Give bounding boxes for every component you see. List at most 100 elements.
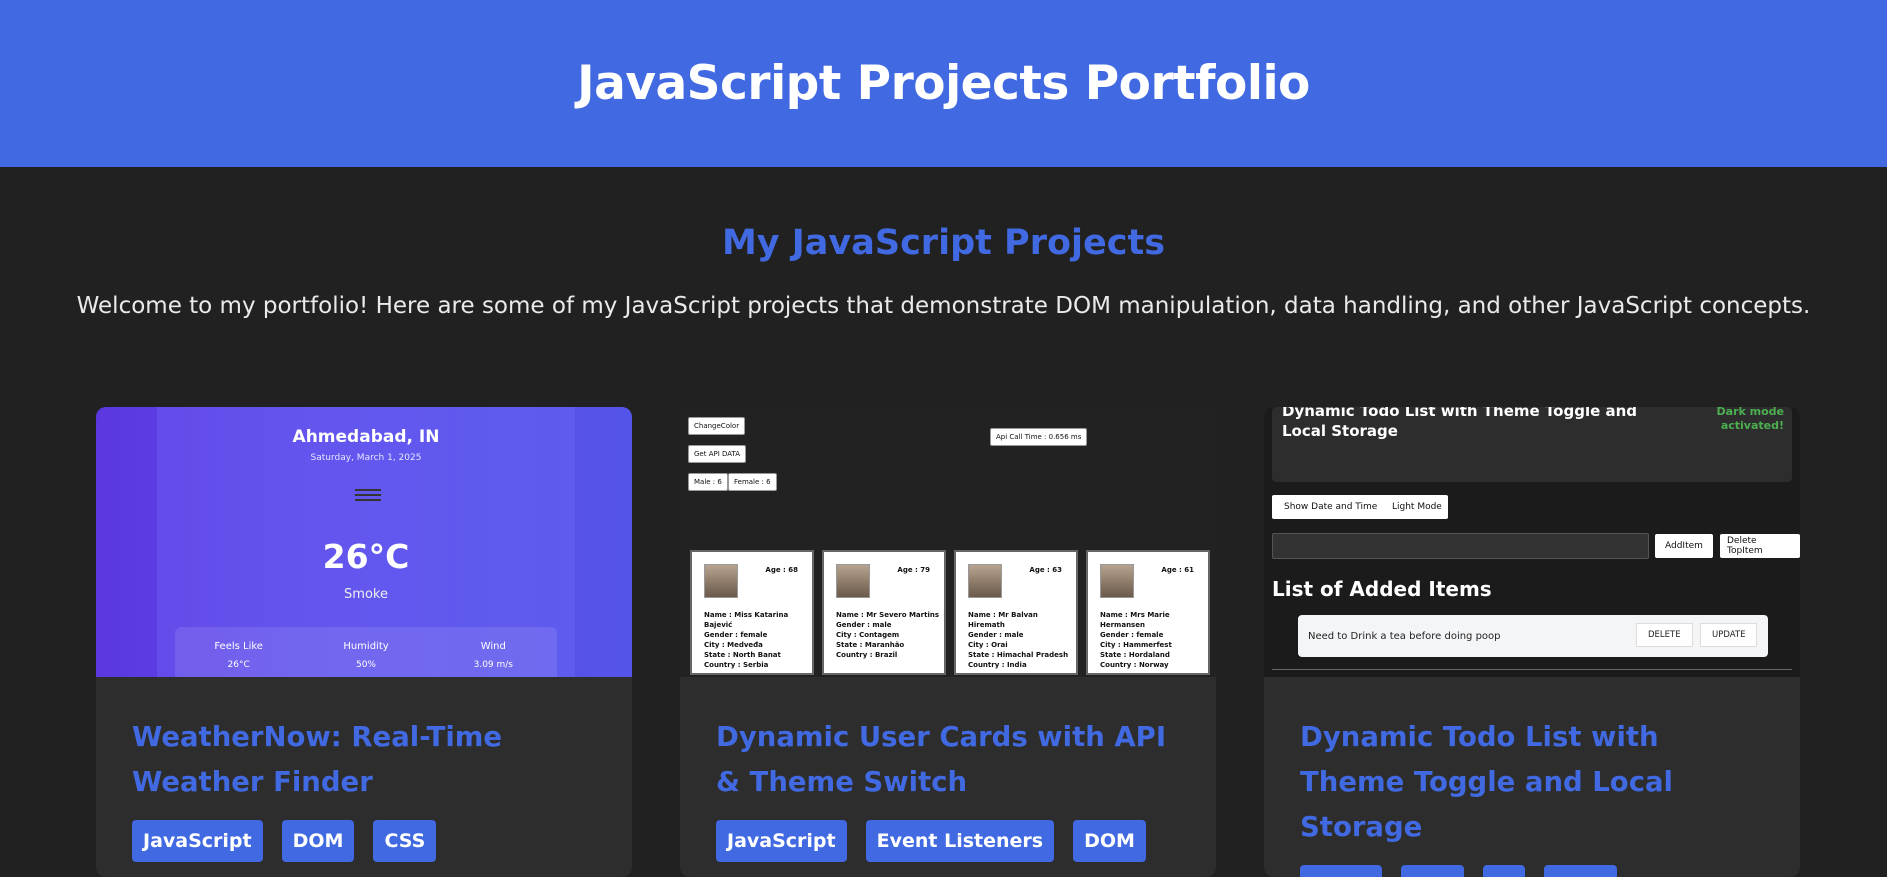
- user-line: State : Maranhão: [836, 641, 905, 649]
- user-info: Name : Mrs Marie Hermansen Gender : fema…: [1100, 610, 1208, 670]
- user-age: Age : 79: [897, 566, 930, 574]
- user-line: Country : India: [968, 661, 1027, 669]
- user-line: Gender : female: [1100, 631, 1164, 639]
- female-count-button: Female : 6: [728, 473, 777, 491]
- tag-list: HTML CSS JS DOM: [1300, 865, 1764, 877]
- update-button: UPDATE: [1700, 623, 1758, 647]
- stat-value: 50%: [355, 660, 376, 670]
- delete-top-item-button: Delete TopItem: [1720, 534, 1800, 558]
- user-line: Name : Mr Balvan Hiremath: [968, 611, 1038, 629]
- projects-grid: Ahmedabad, IN Saturday, March 1, 2025 26…: [96, 407, 1802, 877]
- page-title: JavaScript Projects Portfolio: [577, 56, 1310, 111]
- weather-condition: Smoke: [344, 587, 388, 602]
- avatar: [836, 564, 870, 598]
- tag: DOM: [1544, 865, 1618, 877]
- get-api-button: Get API DATA: [688, 445, 747, 463]
- tag: JS: [1482, 865, 1526, 877]
- user-line: Gender : male: [836, 621, 892, 629]
- api-time-label: Api Call Time : 0.656 ms: [990, 428, 1088, 446]
- avatar: [704, 564, 738, 598]
- divider: [1272, 669, 1792, 670]
- user-line: City : Orai: [968, 641, 1008, 649]
- tag: DOM: [281, 820, 355, 862]
- todo-header: Dynamic Todo List with Theme Toggle and …: [1272, 407, 1792, 482]
- user-age: Age : 61: [1161, 566, 1194, 574]
- tag-list: JavaScript Event Listeners DOM: [716, 820, 1180, 862]
- user-line: City : Hammerfest: [1100, 641, 1172, 649]
- user-info: Name : Miss Katarina Bajević Gender : fe…: [704, 610, 812, 670]
- list-item: Need to Drink a tea before doing poop DE…: [1298, 615, 1768, 657]
- avatar: [968, 564, 1002, 598]
- project-thumbnail[interactable]: ChangeColor Get API DATA Male : 6 Female…: [680, 407, 1216, 677]
- stat-label: Wind: [480, 641, 506, 652]
- user-line: City : Contagem: [836, 631, 900, 639]
- weather-stat: Wind 3.09 m/s: [443, 641, 543, 677]
- user-info: Name : Mr Severo Martins Gender : male C…: [836, 610, 939, 660]
- user-card: Age : 79 Name : Mr Severo Martins Gender…: [822, 550, 946, 675]
- user-card: Age : 63 Name : Mr Balvan Hiremath Gende…: [954, 550, 1078, 675]
- project-title-link[interactable]: Dynamic User Cards with API & Theme Swit…: [716, 715, 1180, 805]
- user-line: Name : Mrs Marie Hermansen: [1100, 611, 1170, 629]
- tag: JavaScript: [132, 820, 263, 862]
- project-title-link[interactable]: WeatherNow: Real-Time Weather Finder: [132, 715, 596, 805]
- page-header: JavaScript Projects Portfolio: [0, 0, 1887, 167]
- weather-stat: Humidity 50%: [316, 641, 416, 677]
- weather-temp: 26°C: [322, 537, 410, 576]
- stat-value: 3.09 m/s: [473, 660, 513, 670]
- user-line: Name : Mr Severo Martins: [836, 611, 939, 619]
- project-card-todo[interactable]: Dynamic Todo List with Theme Toggle and …: [1264, 407, 1800, 877]
- male-count-button: Male : 6: [688, 473, 728, 491]
- section-heading: My JavaScript Projects: [721, 223, 1166, 263]
- card-body: Dynamic Todo List with Theme Toggle and …: [1264, 677, 1800, 877]
- user-line: City : Medveđa: [704, 641, 763, 649]
- tag: CSS: [1400, 865, 1464, 877]
- todo-input: [1272, 533, 1649, 559]
- avatar: [1100, 564, 1134, 598]
- tag: JavaScript: [716, 820, 847, 862]
- weather-stats: Feels Like 26°C Humidity 50% Wind 3.09 m…: [175, 627, 557, 677]
- dark-mode-message: Dark mode activated!: [1716, 407, 1784, 432]
- user-line: Country : Brazil: [836, 651, 898, 659]
- tag: HTML: [1300, 865, 1382, 877]
- project-thumbnail[interactable]: Dynamic Todo List with Theme Toggle and …: [1264, 407, 1800, 677]
- show-date-button: Show Date and Time: [1272, 495, 1390, 519]
- user-line: Country : Norway: [1100, 661, 1169, 669]
- card-body: Dynamic User Cards with API & Theme Swit…: [680, 677, 1216, 862]
- weather-stat: Feels Like 26°C: [189, 641, 289, 677]
- user-line: Name : Miss Katarina Bajević: [704, 611, 789, 629]
- tag: DOM: [1073, 820, 1146, 862]
- user-line: State : Himachal Pradesh: [968, 651, 1069, 659]
- weather-date: Saturday, March 1, 2025: [310, 453, 422, 463]
- weather-panel: Ahmedabad, IN Saturday, March 1, 2025 26…: [157, 407, 575, 677]
- light-mode-button: Light Mode: [1386, 495, 1448, 519]
- stat-value: 26°C: [227, 660, 250, 670]
- user-line: Gender : female: [704, 631, 768, 639]
- user-line: State : Hordaland: [1100, 651, 1170, 659]
- list-title: List of Added Items: [1272, 577, 1492, 601]
- add-item-button: AddItem: [1655, 534, 1713, 558]
- project-thumbnail[interactable]: Ahmedabad, IN Saturday, March 1, 2025 26…: [96, 407, 632, 677]
- section-description: Welcome to my portfolio! Here are some o…: [76, 293, 1811, 319]
- user-line: State : North Banat: [704, 651, 781, 659]
- tag: Event Listeners: [865, 820, 1055, 862]
- user-line: Country : Serbia: [704, 661, 769, 669]
- user-card: Age : 68 Name : Miss Katarina Bajević Ge…: [690, 550, 814, 675]
- project-card-user-cards[interactable]: ChangeColor Get API DATA Male : 6 Female…: [680, 407, 1216, 877]
- change-color-button: ChangeColor: [688, 417, 746, 435]
- user-info: Name : Mr Balvan Hiremath Gender : male …: [968, 610, 1076, 670]
- project-card-weather[interactable]: Ahmedabad, IN Saturday, March 1, 2025 26…: [96, 407, 632, 877]
- weather-smoke-icon: [355, 489, 381, 504]
- intro-section: My JavaScript Projects Welcome to my por…: [0, 167, 1887, 319]
- card-body: WeatherNow: Real-Time Weather Finder Jav…: [96, 677, 632, 862]
- tag-list: JavaScript DOM CSS: [132, 820, 596, 862]
- todo-heading: Dynamic Todo List with Theme Toggle and …: [1282, 407, 1638, 440]
- user-age: Age : 68: [765, 566, 798, 574]
- tag: CSS: [373, 820, 437, 862]
- list-item-text: Need to Drink a tea before doing poop: [1308, 630, 1501, 642]
- weather-city: Ahmedabad, IN: [292, 427, 440, 447]
- user-card: Age : 61 Name : Mrs Marie Hermansen Gend…: [1086, 550, 1210, 675]
- user-card-list: Age : 68 Name : Miss Katarina Bajević Ge…: [690, 550, 1210, 675]
- stat-label: Feels Like: [214, 641, 263, 652]
- project-title-link[interactable]: Dynamic Todo List with Theme Toggle and …: [1300, 715, 1764, 850]
- user-age: Age : 63: [1029, 566, 1062, 574]
